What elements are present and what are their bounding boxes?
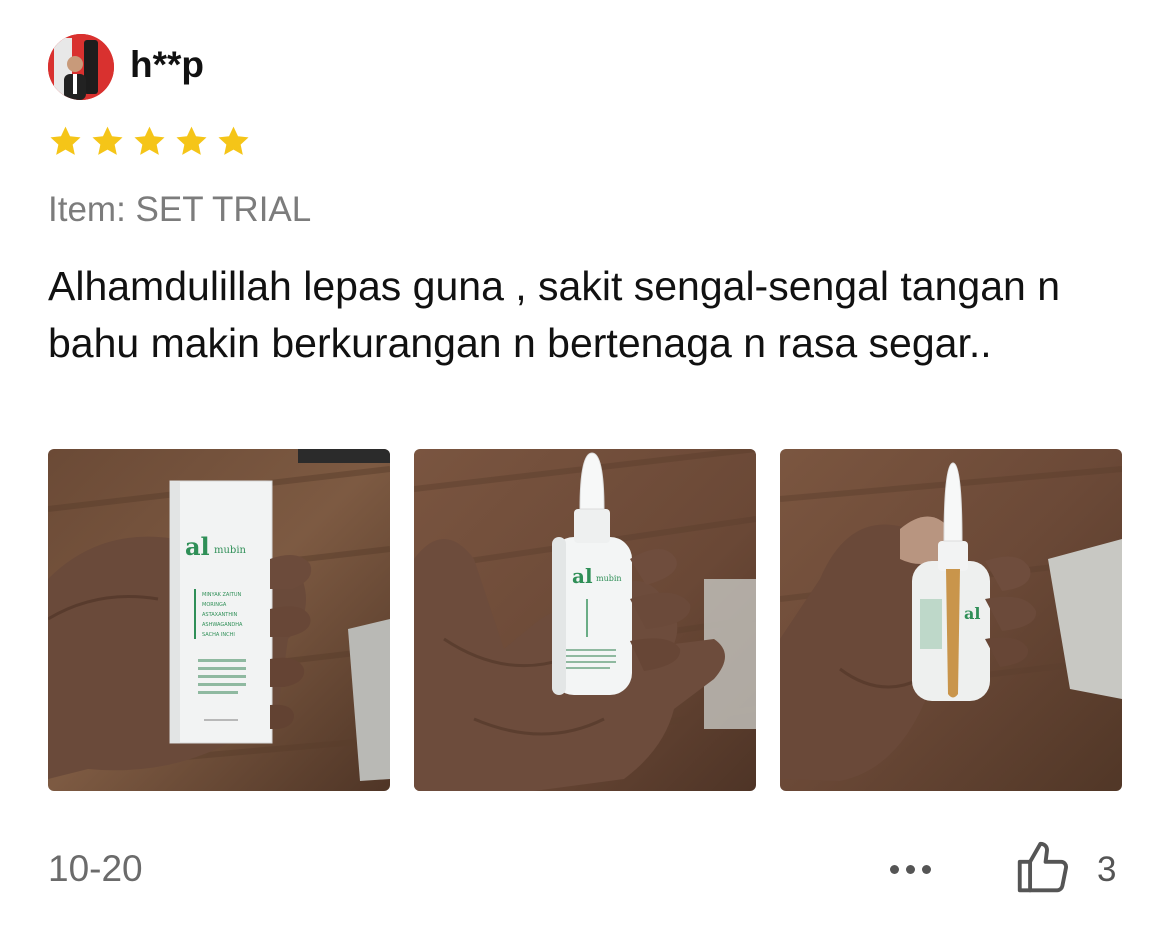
- ingredient-label: MORINGA: [202, 602, 227, 608]
- star-icon: [174, 124, 209, 159]
- avatar[interactable]: [48, 34, 114, 100]
- more-dots-icon[interactable]: [880, 854, 940, 884]
- reviewer-name: h**p: [130, 44, 204, 85]
- product-brand-mark: al: [185, 532, 210, 561]
- ingredient-label: ASHWAGANDHA: [202, 622, 243, 628]
- thumbs-up-icon[interactable]: [1012, 836, 1074, 898]
- review-date: 10-20: [48, 848, 143, 889]
- like-count: 3: [1097, 850, 1117, 889]
- star-rating: [48, 124, 251, 159]
- star-icon: [90, 124, 125, 159]
- star-icon: [132, 124, 167, 159]
- ingredient-label: SACHA INCHI: [202, 632, 235, 638]
- review-photo-1[interactable]: al mubin MINYAK ZAITUN MORINGA ASTAXANTH…: [48, 449, 390, 791]
- ingredient-label: MINYAK ZAITUN: [202, 592, 242, 598]
- svg-text:al: al: [572, 564, 593, 588]
- star-icon: [48, 124, 83, 159]
- review-photo-2[interactable]: al mubin: [414, 449, 756, 791]
- item-variant: Item: SET TRIAL: [48, 190, 312, 229]
- star-icon: [216, 124, 251, 159]
- review-text: Alhamdulillah lepas guna , sakit sengal-…: [48, 263, 1061, 366]
- svg-text:mubin: mubin: [596, 574, 622, 583]
- svg-text:al: al: [964, 604, 980, 623]
- review-photo-3[interactable]: al: [780, 449, 1122, 791]
- ingredient-label: ASTAXANTHIN: [202, 612, 238, 618]
- product-brand-name: mubin: [214, 545, 247, 556]
